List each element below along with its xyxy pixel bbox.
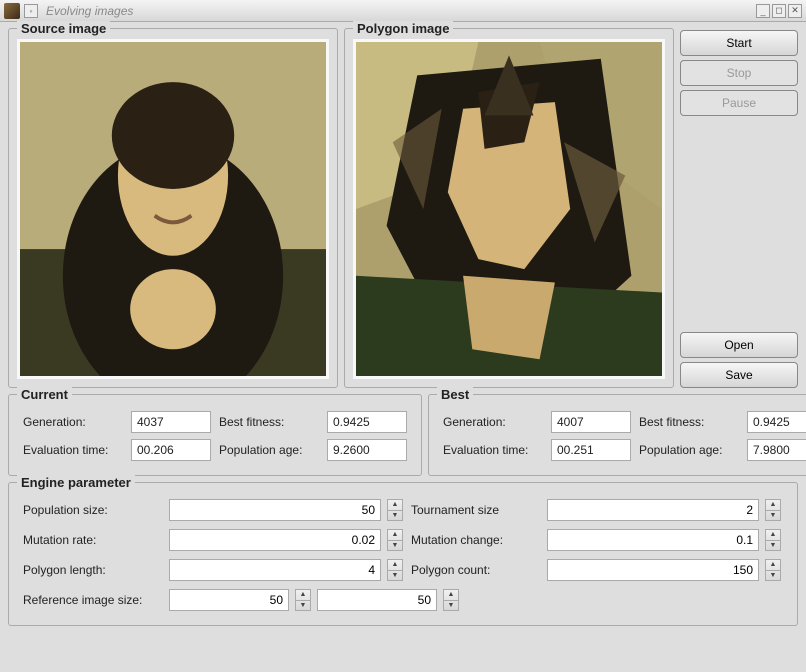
polygon-count-spinner[interactable]: ▲▼ (765, 559, 781, 581)
chevron-up-icon: ▲ (766, 500, 780, 511)
minimize-icon[interactable]: _ (756, 4, 770, 18)
app-icon (4, 3, 20, 19)
tournament-size-label: Tournament size (411, 503, 541, 517)
current-title: Current (17, 387, 72, 402)
pause-button[interactable]: Pause (680, 90, 798, 116)
mutation-rate-label: Mutation rate: (23, 533, 163, 547)
tournament-size-input[interactable] (547, 499, 759, 521)
mutation-change-input[interactable] (547, 529, 759, 551)
best-group: Best Generation: 4007 Best fitness: 0.94… (428, 394, 806, 476)
current-pop-age-label: Population age: (219, 443, 319, 457)
engine-title: Engine parameter (17, 475, 135, 490)
chevron-up-icon: ▲ (388, 500, 402, 511)
polygon-image (353, 39, 665, 379)
tournament-size-spinner[interactable]: ▲▼ (765, 499, 781, 521)
mutation-change-label: Mutation change: (411, 533, 541, 547)
population-size-label: Population size: (23, 503, 163, 517)
polygon-image-title: Polygon image (353, 21, 453, 36)
chevron-down-icon: ▼ (388, 571, 402, 581)
best-generation-label: Generation: (443, 415, 543, 429)
chevron-up-icon: ▲ (444, 590, 458, 601)
current-generation-label: Generation: (23, 415, 123, 429)
titlebar: ◦ Evolving images _ ◻ ✕ (0, 0, 806, 22)
current-generation-value: 4037 (131, 411, 211, 433)
polygon-length-input[interactable] (169, 559, 381, 581)
chevron-down-icon: ▼ (296, 601, 310, 611)
current-eval-time-label: Evaluation time: (23, 443, 123, 457)
source-image (17, 39, 329, 379)
polygon-image-group: Polygon image (344, 28, 674, 388)
best-generation-value: 4007 (551, 411, 631, 433)
current-best-fitness-value: 0.9425 (327, 411, 407, 433)
best-pop-age-label: Population age: (639, 443, 739, 457)
population-size-input[interactable] (169, 499, 381, 521)
current-best-fitness-label: Best fitness: (219, 415, 319, 429)
reference-height-spinner[interactable]: ▲▼ (443, 589, 459, 611)
window-title: Evolving images (46, 4, 133, 18)
save-button[interactable]: Save (680, 362, 798, 388)
chevron-up-icon: ▲ (296, 590, 310, 601)
chevron-down-icon: ▼ (766, 571, 780, 581)
best-eval-time-value: 00.251 (551, 439, 631, 461)
chevron-down-icon: ▼ (388, 511, 402, 521)
chevron-down-icon: ▼ (388, 541, 402, 551)
maximize-icon[interactable]: ◻ (772, 4, 786, 18)
chevron-down-icon: ▼ (444, 601, 458, 611)
engine-group: Engine parameter Population size: ▲▼ Tou… (8, 482, 798, 626)
reference-width-input[interactable] (169, 589, 289, 611)
source-image-group: Source image (8, 28, 338, 388)
open-button[interactable]: Open (680, 332, 798, 358)
reference-width-spinner[interactable]: ▲▼ (295, 589, 311, 611)
population-size-spinner[interactable]: ▲▼ (387, 499, 403, 521)
close-icon[interactable]: ✕ (788, 4, 802, 18)
chevron-up-icon: ▲ (766, 530, 780, 541)
chevron-up-icon: ▲ (388, 560, 402, 571)
reference-height-input[interactable] (317, 589, 437, 611)
mutation-rate-spinner[interactable]: ▲▼ (387, 529, 403, 551)
chevron-up-icon: ▲ (388, 530, 402, 541)
chevron-up-icon: ▲ (766, 560, 780, 571)
side-button-column: Start Stop Pause Open Save (680, 28, 798, 388)
current-group: Current Generation: 4037 Best fitness: 0… (8, 394, 422, 476)
best-best-fitness-label: Best fitness: (639, 415, 739, 429)
mutation-rate-input[interactable] (169, 529, 381, 551)
mutation-change-spinner[interactable]: ▲▼ (765, 529, 781, 551)
chevron-down-icon: ▼ (766, 511, 780, 521)
chevron-down-icon: ▼ (766, 541, 780, 551)
reference-image-size-label: Reference image size: (23, 593, 163, 607)
polygon-length-spinner[interactable]: ▲▼ (387, 559, 403, 581)
best-pop-age-value: 7.9800 (747, 439, 806, 461)
best-best-fitness-value: 0.9425 (747, 411, 806, 433)
current-eval-time-value: 00.206 (131, 439, 211, 461)
best-eval-time-label: Evaluation time: (443, 443, 543, 457)
polygon-length-label: Polygon length: (23, 563, 163, 577)
polygon-count-input[interactable] (547, 559, 759, 581)
best-title: Best (437, 387, 473, 402)
titlebar-button[interactable]: ◦ (24, 4, 38, 18)
current-pop-age-value: 9.2600 (327, 439, 407, 461)
stop-button[interactable]: Stop (680, 60, 798, 86)
source-image-title: Source image (17, 21, 110, 36)
main-window: ◦ Evolving images _ ◻ ✕ Source image (0, 0, 806, 672)
start-button[interactable]: Start (680, 30, 798, 56)
polygon-count-label: Polygon count: (411, 563, 541, 577)
